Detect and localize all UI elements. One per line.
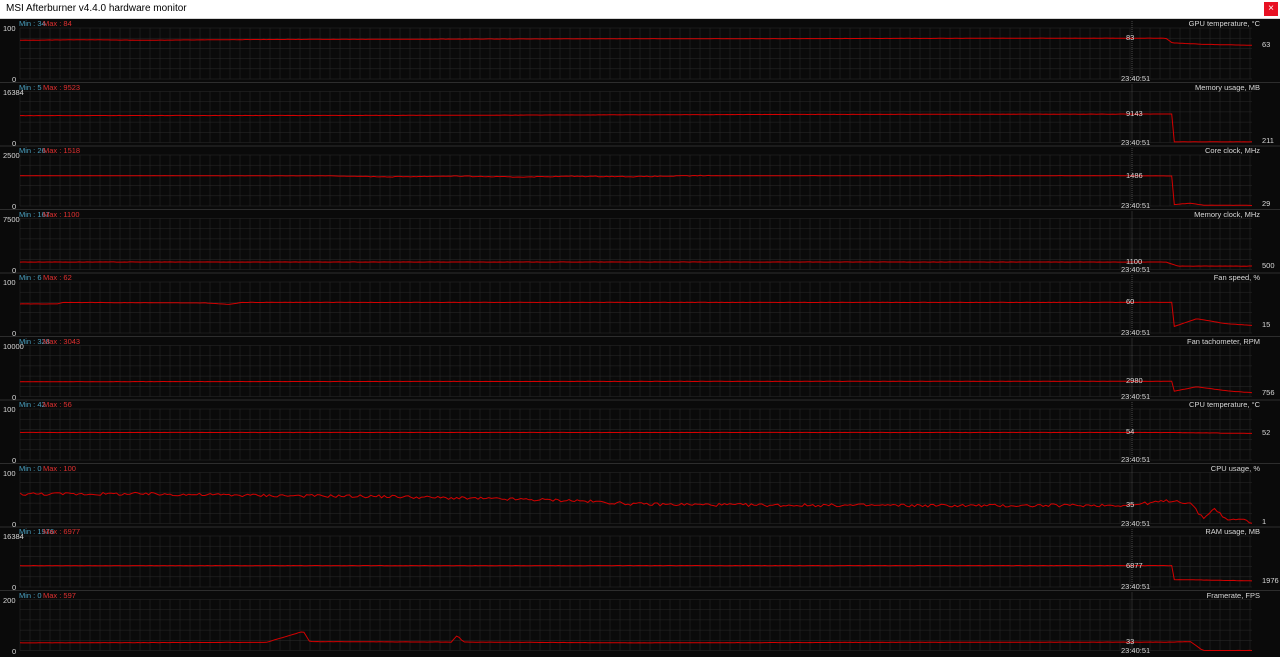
max-label: Max : 56 [43,400,72,409]
cursor-value: 83 [1126,33,1135,43]
graph-panel[interactable] [0,590,1280,653]
graph-panel[interactable] [19,21,1252,81]
cursor-time: 23:40:51 [1121,74,1151,83]
graph-panel[interactable] [0,272,1280,335]
max-label: Max : 9523 [43,82,81,92]
series-line [19,261,1252,267]
cursor-time: 23:40:51 [1121,645,1151,655]
series-line [19,631,1253,651]
graph-panel[interactable] [0,336,1280,399]
monitor-area[interactable]: Min : 34 Max : 84 GPU temperature, °C 100 0 2… [0,19,1280,657]
current-value: 756 [1262,387,1275,397]
cursor-value: 6877 [1126,560,1143,570]
min-label: Min : 0 [19,463,42,473]
max-label: Max : 84 [43,19,72,28]
current-value: 500 [1262,261,1275,271]
graph-panel[interactable] [0,145,1280,208]
graph-panel[interactable] [0,526,1280,589]
series-line [19,380,1253,394]
scale-bottom-label: 0 [12,202,17,211]
min-label: Min : 6 [19,273,42,282]
series-line [19,431,1252,434]
min-label: Min : 26 [19,146,46,155]
cursor-time: 23:40:51 [1121,264,1151,274]
cursor-value: 54 [1126,427,1135,437]
graph-panel[interactable] [0,399,1280,462]
graph-panel[interactable] [0,209,1280,272]
scale-top-label: 100 [3,278,16,287]
cursor-time: 23:40:51 [1121,328,1151,337]
min-label: Min : 0 [19,590,42,600]
min-label: Min : 42 [19,400,46,409]
current-value: 1 [1262,516,1267,526]
window-title: MSI Afterburner v4.4.0 hardware monitor [6,3,187,14]
scale-top-label: 2500 [3,151,20,160]
max-label: Max : 6977 [43,527,81,536]
scale-bottom-label: 0 [12,265,17,275]
cursor-value: 60 [1126,297,1135,307]
cursor-value: 9143 [1126,109,1143,119]
scale-top-label: 16384 [3,532,24,541]
series-line [19,491,1253,524]
scale-bottom-label: 0 [12,75,17,84]
graph-title: CPU temperature, °C [1189,400,1260,409]
current-value: 29 [1262,199,1271,208]
scale-top-label: 7500 [3,214,20,224]
current-value: 211 [1262,135,1274,145]
cursor-value: 1100 [1126,257,1143,267]
current-value: 15 [1262,320,1271,330]
graph-title: GPU temperature, °C [1188,19,1260,28]
max-label: Max : 1518 [43,146,81,155]
cursor-value: 2980 [1126,376,1143,386]
scale-bottom-label: 0 [12,456,17,465]
scale-bottom-label: 0 [12,392,17,402]
scale-top-label: 100 [3,468,16,478]
graph-title: Memory usage, MB [1194,82,1260,92]
max-label: Max : 62 [43,273,72,282]
scale-bottom-label: 0 [12,583,17,592]
max-label: Max : 100 [43,463,76,473]
graph-title: Fan tachometer, RPM [1187,336,1260,346]
max-label: Max : 597 [43,590,76,600]
scale-bottom-label: 0 [12,646,17,656]
series-line [19,113,1253,143]
graphs-canvas [0,21,1280,653]
graph-title: Memory clock, MHz [1194,209,1260,219]
title-bar: MSI Afterburner v4.4.0 hardware monitor … [0,0,1280,19]
current-value: 1976 [1262,575,1279,585]
scale-top-label: 100 [3,24,16,33]
scale-top-label: 100 [3,405,16,414]
graph-title: RAM usage, MB [1205,527,1260,536]
cursor-time: 23:40:51 [1121,137,1151,147]
scale-bottom-label: 0 [12,519,17,529]
graph-panel[interactable] [0,463,1280,526]
scale-top-label: 16384 [3,87,24,97]
series-line [20,37,1252,46]
cursor-time: 23:40:51 [1121,391,1151,401]
graph-panel[interactable] [0,82,1280,145]
max-label: Max : 3043 [43,336,81,346]
series-line [19,564,1253,582]
current-value: 63 [1262,40,1271,50]
close-button[interactable]: × [1264,2,1278,16]
scale-top-label: 10000 [3,341,24,351]
graph-title: Framerate, FPS [1206,590,1260,600]
graph-title: Core clock, MHz [1204,146,1260,155]
cursor-time: 23:40:51 [1121,518,1151,528]
scale-bottom-label: 0 [12,329,17,338]
cursor-value: 1486 [1126,170,1143,180]
graph-title: Fan speed, % [1213,273,1260,282]
cursor-time: 23:40:51 [1121,582,1151,591]
max-label: Max : 1100 [43,209,80,219]
cursor-value: 33 [1126,637,1135,647]
scale-top-label: 200 [3,595,16,605]
cursor-value: 35 [1126,500,1135,510]
scale-bottom-label: 0 [12,138,17,148]
series-line [19,174,1253,206]
cursor-time: 23:40:51 [1121,201,1151,210]
cursor-time: 23:40:51 [1121,455,1151,464]
graph-title: CPU usage, % [1210,463,1260,473]
current-value: 52 [1262,428,1271,438]
min-label: Min : 34 [19,19,46,28]
